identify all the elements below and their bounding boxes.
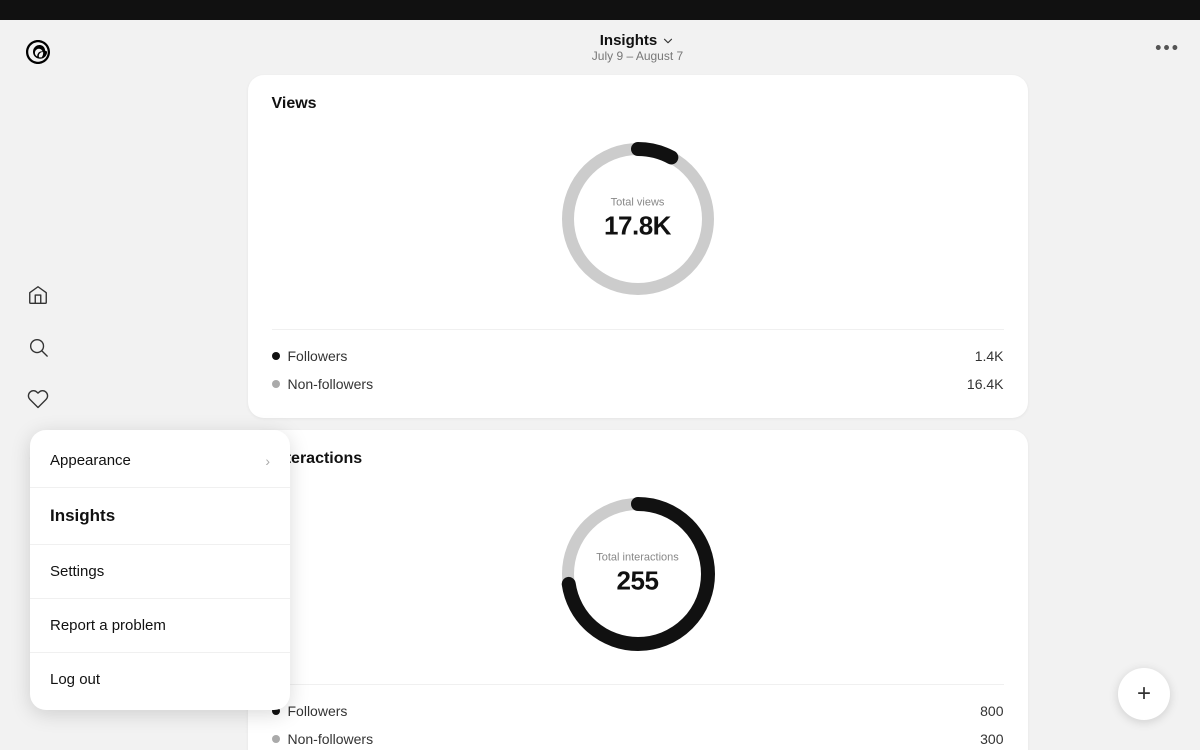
popup-settings-label: Settings: [50, 563, 104, 580]
popup-item-insights[interactable]: Insights: [30, 492, 290, 540]
popup-divider-1: [30, 487, 290, 488]
fab-button[interactable]: +: [1118, 668, 1170, 720]
header-subtitle: July 9 – August 7: [592, 49, 683, 63]
nonfollowers-dot: [272, 380, 280, 388]
popup-logout-label: Log out: [50, 671, 100, 688]
popup-report-label: Report a problem: [50, 617, 166, 634]
interactions-donut: Total interactions 255: [548, 484, 728, 664]
views-chart-container: Total views 17.8K: [272, 129, 1004, 309]
interactions-legend-followers: Followers 800: [272, 697, 1004, 725]
chevron-down-icon: [661, 34, 675, 48]
views-legend-followers-left: Followers: [272, 348, 348, 364]
threads-logo[interactable]: [22, 36, 54, 73]
views-legend-nonfollowers-left: Non-followers: [272, 376, 374, 392]
fab-icon: +: [1137, 680, 1151, 708]
popup-appearance-label: Appearance: [50, 452, 131, 469]
popup-divider-3: [30, 598, 290, 599]
views-followers-label: Followers: [288, 348, 348, 364]
header-more-button[interactable]: •••: [1155, 37, 1180, 58]
header-title-text: Insights: [600, 32, 658, 49]
interactions-legend-nonfollowers-left: Non-followers: [272, 731, 374, 747]
header: Insights July 9 – August 7 •••: [75, 20, 1200, 75]
popup-divider-2: [30, 544, 290, 545]
header-center: Insights July 9 – August 7: [592, 32, 683, 63]
views-legend-followers: Followers 1.4K: [272, 342, 1004, 370]
views-legend: Followers 1.4K Non-followers 16.4K: [272, 329, 1004, 398]
interactions-card-title: Interactions: [272, 450, 1004, 468]
popup-insights-label: Insights: [50, 506, 115, 526]
views-donut-center: Total views 17.8K: [604, 197, 671, 242]
views-nonfollowers-value: 16.4K: [967, 376, 1004, 392]
popup-item-settings[interactable]: Settings: [30, 549, 290, 594]
popup-menu: Appearance › Insights Settings Report a …: [30, 430, 290, 710]
interactions-nonfollowers-dot: [272, 735, 280, 743]
interactions-card: Interactions Total interactions 255: [248, 430, 1028, 750]
sidebar-icon-search[interactable]: [16, 325, 60, 369]
popup-item-appearance[interactable]: Appearance ›: [30, 438, 290, 483]
popup-item-logout[interactable]: Log out: [30, 657, 290, 702]
views-card-title: Views: [272, 95, 1004, 113]
interactions-donut-label: Total interactions: [596, 552, 679, 564]
interactions-legend-nonfollowers: Non-followers 300: [272, 725, 1004, 750]
views-donut: Total views 17.8K: [548, 129, 728, 309]
interactions-nonfollowers-label: Non-followers: [288, 731, 374, 747]
views-card: Views Total views 17.8K: [248, 75, 1028, 418]
sidebar-icon-home[interactable]: [16, 273, 60, 317]
interactions-legend: Followers 800 Non-followers 300: [272, 684, 1004, 750]
followers-dot: [272, 352, 280, 360]
sidebar-icon-activity[interactable]: [16, 377, 60, 421]
top-bar: [0, 0, 1200, 20]
interactions-nonfollowers-value: 300: [980, 731, 1003, 747]
views-donut-value: 17.8K: [604, 211, 671, 242]
views-followers-value: 1.4K: [975, 348, 1004, 364]
popup-item-report[interactable]: Report a problem: [30, 603, 290, 648]
interactions-donut-center: Total interactions 255: [596, 552, 679, 597]
interactions-followers-label: Followers: [288, 703, 348, 719]
interactions-followers-value: 800: [980, 703, 1003, 719]
popup-appearance-chevron: ›: [265, 453, 270, 469]
interactions-donut-value: 255: [596, 566, 679, 597]
popup-divider-4: [30, 652, 290, 653]
cards-container: Views Total views 17.8K: [228, 75, 1048, 750]
views-nonfollowers-label: Non-followers: [288, 376, 374, 392]
views-donut-label: Total views: [604, 197, 671, 209]
header-title[interactable]: Insights: [600, 32, 676, 49]
views-legend-nonfollowers: Non-followers 16.4K: [272, 370, 1004, 398]
interactions-chart-container: Total interactions 255: [272, 484, 1004, 664]
